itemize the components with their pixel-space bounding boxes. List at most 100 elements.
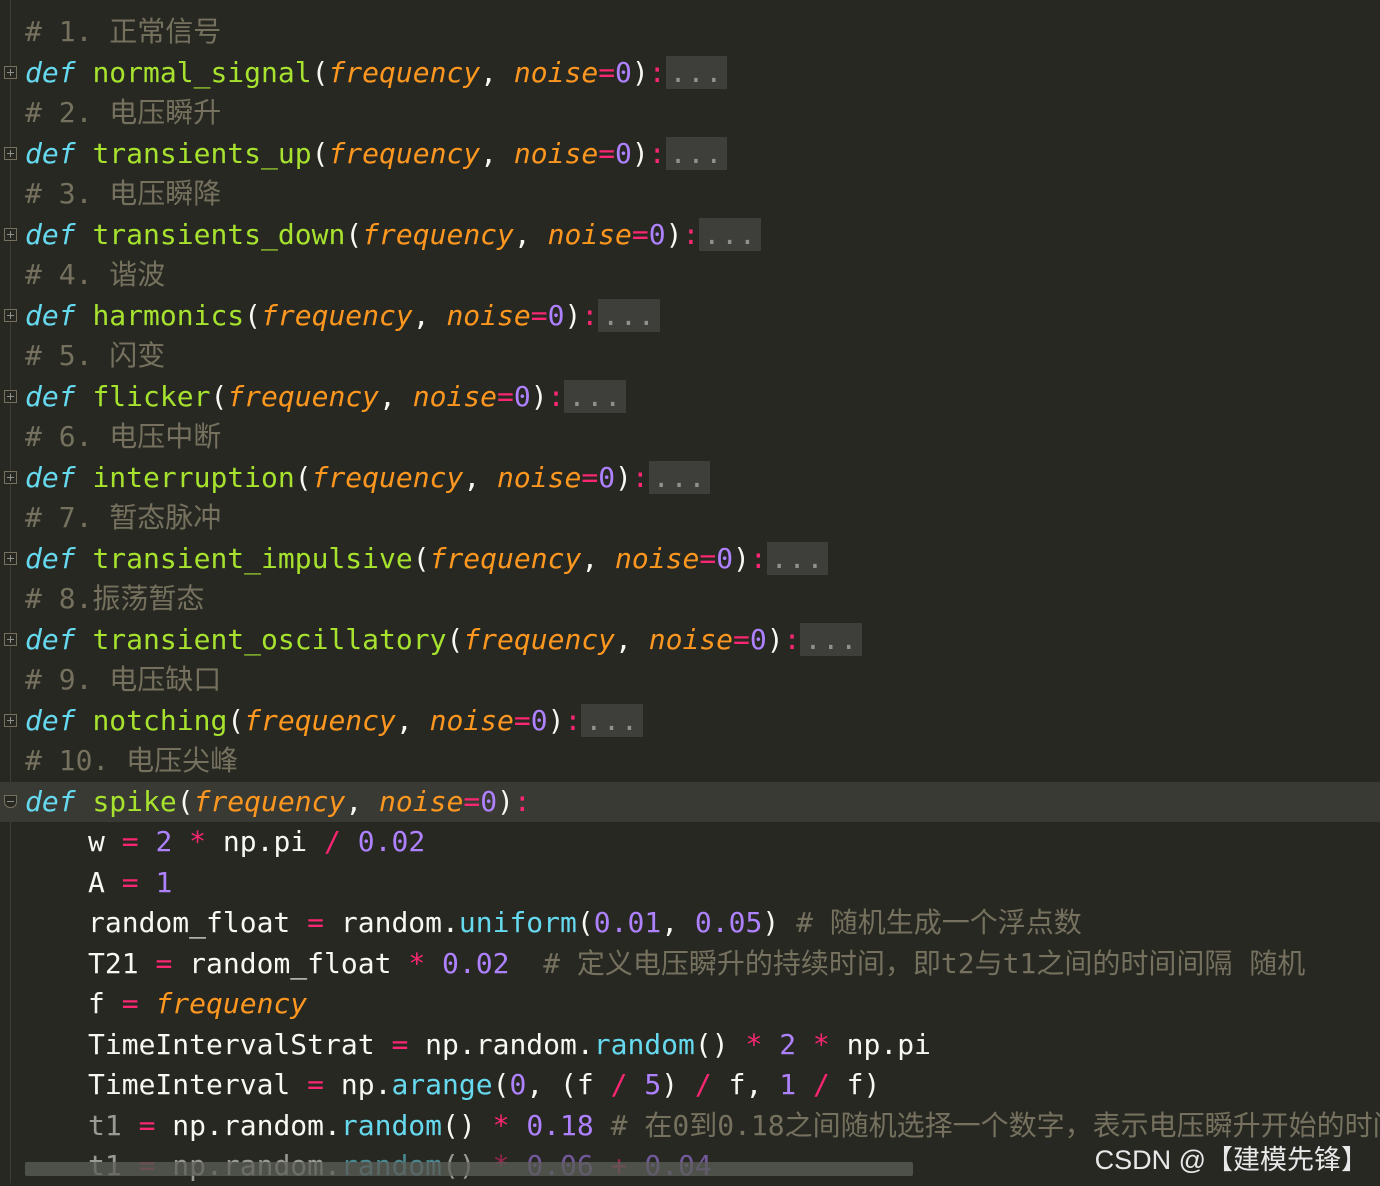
body-line[interactable]: random_float = random.uniform(0.01, 0.05… <box>0 903 1380 943</box>
fold-expand-icon[interactable] <box>4 551 17 565</box>
fold-expand-icon[interactable] <box>4 65 17 79</box>
token: * <box>408 946 426 980</box>
param-noise: noise <box>513 55 599 89</box>
function-def-line[interactable]: def transients_down(frequency, noise=0):… <box>0 215 1380 255</box>
token: TimeInterval <box>88 1068 308 1101</box>
comment-line[interactable]: # 1. 正常信号 <box>0 12 1380 52</box>
default-value: 0 <box>547 298 565 332</box>
function-signature: def notching(frequency, noise=0):... <box>25 701 643 741</box>
token: 5 <box>644 1068 662 1101</box>
statement: A = 1 <box>88 863 172 903</box>
comment-line[interactable]: # 6. 电压中断 <box>0 417 1380 457</box>
function-signature: def flicker(frequency, noise=0):... <box>25 377 627 417</box>
body-line[interactable]: T21 = random_float * 0.02 # 定义电压瞬升的持续时间，… <box>0 944 1380 984</box>
paren: ( <box>311 136 329 170</box>
function-def-line[interactable]: def transient_impulsive(frequency, noise… <box>0 539 1380 579</box>
default-value: 0 <box>648 217 666 251</box>
body-line[interactable]: A = 1 <box>0 863 1380 903</box>
paren: ) <box>497 784 514 818</box>
token: A <box>88 865 105 899</box>
param-noise: noise <box>446 298 531 332</box>
colon: : <box>648 136 666 170</box>
token: = <box>138 1108 156 1142</box>
token: np.random. <box>155 1108 341 1142</box>
function-def-line[interactable]: def notching(frequency, noise=0):... <box>0 701 1380 741</box>
comma: , <box>379 379 413 413</box>
comment-line[interactable]: # 9. 电压缺口 <box>0 660 1380 700</box>
fold-placeholder[interactable]: ... <box>564 379 627 413</box>
comment-line[interactable]: # 3. 电压瞬降 <box>0 174 1380 214</box>
token: T21 <box>88 946 156 980</box>
fold-placeholder[interactable]: ... <box>699 217 761 251</box>
token: 0.18 <box>526 1108 594 1142</box>
function-name: normal_signal <box>92 55 312 89</box>
def-keyword: def <box>25 298 76 332</box>
fold-placeholder[interactable]: ... <box>598 298 660 332</box>
function-def-line[interactable]: def harmonics(frequency, noise=0):... <box>0 296 1380 336</box>
function-def-line[interactable]: def interruption(frequency, noise=0):... <box>0 458 1380 498</box>
comment-line[interactable]: # 10. 电压尖峰 <box>0 741 1380 781</box>
function-def-line[interactable]: def flicker(frequency, noise=0):... <box>0 377 1380 417</box>
comment-text: # 6. 电压中断 <box>25 420 222 453</box>
code-editor[interactable]: # 1. 正常信号 def normal_signal(frequency, no… <box>0 0 1380 1183</box>
comma: , <box>615 622 649 656</box>
function-signature: def harmonics(frequency, noise=0):... <box>25 296 660 336</box>
token: random <box>593 1027 695 1061</box>
default-value: 0 <box>598 460 616 494</box>
fold-placeholder[interactable]: ... <box>665 55 728 89</box>
comma: , <box>395 703 430 737</box>
fold-expand-icon[interactable] <box>4 713 17 727</box>
param-frequency: frequency <box>463 622 616 656</box>
token: / <box>324 825 341 858</box>
statement: T21 = random_float * 0.02 # 定义电压瞬升的持续时间，… <box>88 944 1305 984</box>
token: / <box>694 1068 712 1101</box>
comment-line[interactable]: # 4. 谐波 <box>0 255 1380 295</box>
fold-expand-icon[interactable] <box>4 146 17 160</box>
function-def-line[interactable]: def spike(frequency, noise=0): <box>0 781 1380 822</box>
param-frequency: frequency <box>311 460 464 494</box>
fold-expand-icon[interactable] <box>4 632 17 646</box>
colon: : <box>564 703 582 737</box>
body-line[interactable]: TimeIntervalStrat = np.random.random() *… <box>0 1025 1380 1065</box>
comment-line[interactable]: # 8.振荡暂态 <box>0 579 1380 619</box>
function-def-line[interactable]: def normal_signal(frequency, noise=0):..… <box>0 53 1380 93</box>
function-name: flicker <box>92 379 211 413</box>
comment-line[interactable]: # 7. 暂态脉冲 <box>0 498 1380 538</box>
horizontal-scrollbar[interactable] <box>25 1162 913 1176</box>
token: ) <box>762 906 797 939</box>
fold-placeholder[interactable]: ... <box>581 703 643 737</box>
def-keyword: def <box>25 379 76 413</box>
comma: , <box>480 55 514 89</box>
function-name: transients_up <box>92 136 312 170</box>
token: = <box>307 906 325 939</box>
token: / <box>812 1068 830 1101</box>
fold-expand-icon[interactable] <box>4 308 17 322</box>
comment-line[interactable]: # 2. 电压瞬升 <box>0 93 1380 133</box>
body-line[interactable]: f = frequency <box>0 984 1380 1024</box>
function-name: transient_oscillatory <box>92 622 447 656</box>
body-line[interactable]: TimeInterval = np.arange(0, (f / 5) / f,… <box>0 1065 1380 1105</box>
fold-placeholder[interactable]: ... <box>648 460 711 494</box>
def-keyword: def <box>25 541 76 575</box>
token: = <box>121 825 139 858</box>
param-frequency: frequency <box>193 784 346 818</box>
comment-text: # 7. 暂态脉冲 <box>25 501 222 534</box>
statement: TimeIntervalStrat = np.random.random() *… <box>88 1025 931 1065</box>
fold-placeholder[interactable]: ... <box>665 136 728 170</box>
fold-placeholder[interactable]: ... <box>766 541 829 575</box>
fold-expand-icon[interactable] <box>4 389 17 403</box>
fold-placeholder[interactable]: ... <box>800 622 863 656</box>
token: ( <box>492 1068 510 1101</box>
default-value: 0 <box>513 379 531 413</box>
function-def-line[interactable]: def transient_oscillatory(frequency, noi… <box>0 620 1380 660</box>
token: random_float <box>88 906 308 939</box>
body-line[interactable]: w = 2 * np.pi / 0.02 <box>0 822 1380 862</box>
fold-collapse-icon[interactable] <box>4 794 17 808</box>
fold-expand-icon[interactable] <box>4 470 17 484</box>
fold-expand-icon[interactable] <box>4 227 17 241</box>
comment-line[interactable]: # 5. 闪变 <box>0 336 1380 376</box>
function-def-line[interactable]: def transients_up(frequency, noise=0):..… <box>0 134 1380 174</box>
